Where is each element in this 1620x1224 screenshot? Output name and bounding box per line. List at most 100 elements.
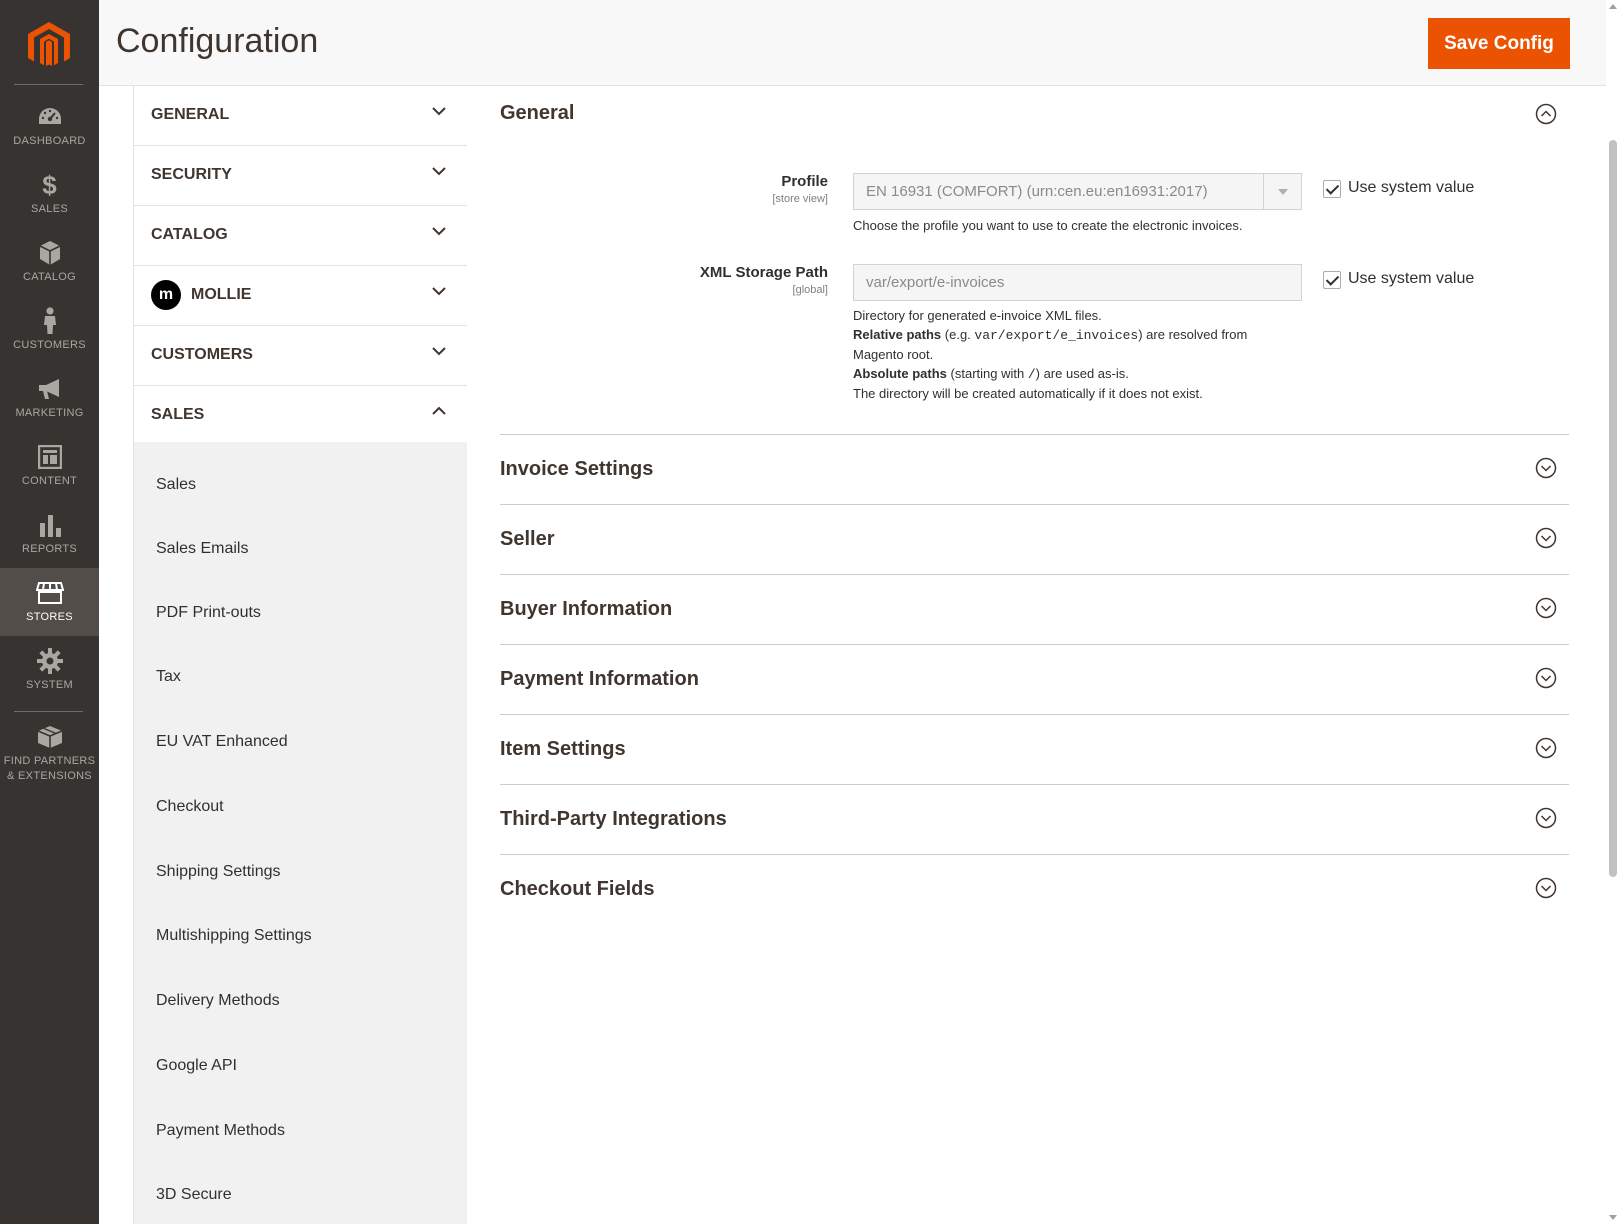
- xml-note-rel-bold: Relative paths: [853, 327, 942, 342]
- sales-link-eu-vat-enhanced[interactable]: EU VAT Enhanced: [156, 733, 288, 751]
- nav-item-content[interactable]: CONTENT: [0, 432, 99, 500]
- dashboard-icon: [0, 104, 99, 130]
- expand-down-icon: [1535, 597, 1557, 619]
- expand-down-icon: [1535, 807, 1557, 829]
- sales-link-sales[interactable]: Sales: [156, 476, 196, 494]
- xml-note-abs-bold: Absolute paths: [853, 366, 947, 381]
- partners-line1: FIND PARTNERS: [3, 755, 96, 767]
- nav-item-find-partners[interactable]: FIND PARTNERS & EXTENSIONS: [0, 712, 99, 786]
- xml-note-abs-post: ) are used as-is.: [1035, 366, 1129, 381]
- tab-label: SALES: [151, 406, 205, 423]
- store-icon: [0, 580, 99, 606]
- expand-down-icon: [1535, 877, 1557, 899]
- chevron-up-icon: [432, 406, 446, 415]
- nav-label: CATALOG: [22, 271, 77, 283]
- sales-link-shipping-settings[interactable]: Shipping Settings: [156, 863, 281, 881]
- nav-label: REPORTS: [21, 543, 78, 555]
- sales-link-delivery-methods[interactable]: Delivery Methods: [156, 992, 280, 1010]
- use-system-value-label: Use system value: [1348, 270, 1475, 287]
- expand-down-icon: [1535, 667, 1557, 689]
- scroll-down-arrow-icon[interactable]: [1609, 1215, 1617, 1220]
- sales-link-tax[interactable]: Tax: [156, 668, 181, 686]
- tab-customers[interactable]: CUSTOMERS: [134, 326, 467, 386]
- mollie-logo: m: [151, 280, 181, 310]
- nav-label: STORES: [26, 611, 73, 623]
- nav-item-dashboard[interactable]: DASHBOARD: [0, 92, 99, 160]
- xml-note-line3: Magento root.: [853, 347, 934, 362]
- nav-item-reports[interactable]: REPORTS: [0, 500, 99, 568]
- admin-nav: DASHBOARD $ SALES CATALOG CUSTOMERS MARK…: [0, 0, 99, 1224]
- chevron-down-icon: [432, 167, 446, 176]
- bar-chart-icon: [0, 512, 99, 538]
- nav-item-stores[interactable]: STORES: [0, 568, 99, 636]
- scrollbar-thumb[interactable]: [1609, 140, 1617, 877]
- tab-security[interactable]: SECURITY: [134, 146, 467, 206]
- section-checkout-fields[interactable]: Checkout Fields: [500, 854, 1569, 924]
- nav-divider: [14, 84, 83, 85]
- xml-path-label-group: XML Storage Path [global]: [628, 264, 828, 304]
- tab-sales[interactable]: SALES: [134, 386, 467, 446]
- nav-item-sales[interactable]: $ SALES: [0, 160, 99, 228]
- profile-scope: [store view]: [772, 193, 828, 205]
- xml-note-abs-code: /: [1027, 367, 1036, 382]
- sales-link-3d-secure[interactable]: 3D Secure: [156, 1186, 232, 1204]
- save-config-button[interactable]: Save Config: [1428, 18, 1570, 69]
- nav-label: SALES: [31, 203, 68, 215]
- section-third-party-integrations[interactable]: Third-Party Integrations: [500, 784, 1569, 854]
- section-item-settings[interactable]: Item Settings: [500, 714, 1569, 784]
- section-seller[interactable]: Seller: [500, 504, 1569, 574]
- tab-catalog[interactable]: CATALOG: [134, 206, 467, 266]
- nav-label: DASHBOARD: [13, 135, 86, 147]
- expand-down-icon: [1535, 737, 1557, 759]
- megaphone-icon: [0, 376, 99, 402]
- xml-note-line4: Absolute paths (starting with /) are use…: [853, 364, 1247, 384]
- sales-link-checkout[interactable]: Checkout: [156, 798, 224, 816]
- scroll-up-arrow-icon[interactable]: [1609, 4, 1617, 9]
- xml-note-line2: Relative paths (e.g. var/export/e_invoic…: [853, 325, 1247, 345]
- xml-path-input-value: var/export/e-invoices: [866, 274, 1005, 291]
- partners-box-icon: [0, 724, 99, 750]
- section-title: Buyer Information: [500, 598, 673, 620]
- magento-logo[interactable]: [0, 0, 99, 86]
- section-title: Third-Party Integrations: [500, 808, 727, 830]
- xml-note-line5: The directory will be created automatica…: [853, 386, 1203, 401]
- tab-label: SECURITY: [151, 166, 232, 183]
- collapse-up-icon[interactable]: [1535, 103, 1557, 125]
- dollar-icon: $: [42, 169, 57, 200]
- nav-label: CONTENT: [21, 475, 78, 487]
- xml-note-rel-code: var/export/e_invoices: [974, 328, 1139, 343]
- section-title-general[interactable]: General: [500, 102, 574, 125]
- dropdown-arrow-icon: [1263, 174, 1301, 209]
- sales-sublist: Sales Sales Emails PDF Print-outs Tax EU…: [134, 442, 467, 1224]
- sales-link-sales-emails[interactable]: Sales Emails: [156, 540, 248, 558]
- xml-path-label: XML Storage Path: [699, 264, 828, 281]
- nav-item-catalog[interactable]: CATALOG: [0, 228, 99, 296]
- checkbox-checked-icon[interactable]: [1323, 180, 1341, 198]
- sales-link-google-api[interactable]: Google API: [156, 1057, 237, 1075]
- section-buyer-information[interactable]: Buyer Information: [500, 574, 1569, 644]
- checkbox-checked-icon[interactable]: [1323, 271, 1341, 289]
- page-scrollbar[interactable]: [1606, 0, 1620, 1224]
- sales-link-payment-methods[interactable]: Payment Methods: [156, 1122, 285, 1140]
- tab-general[interactable]: GENERAL: [134, 86, 467, 146]
- section-invoice-settings[interactable]: Invoice Settings: [500, 434, 1569, 504]
- profile-select[interactable]: EN 16931 (COMFORT) (urn:cen.eu:en16931:2…: [853, 173, 1302, 210]
- xml-path-input[interactable]: var/export/e-invoices: [853, 264, 1302, 301]
- sales-link-multishipping-settings[interactable]: Multishipping Settings: [156, 927, 312, 945]
- nav-item-marketing[interactable]: MARKETING: [0, 364, 99, 432]
- nav-item-system[interactable]: SYSTEM: [0, 636, 99, 704]
- section-title: Invoice Settings: [500, 458, 654, 480]
- tab-mollie[interactable]: m MOLLIE: [134, 266, 467, 326]
- nav-label: MARKETING: [15, 407, 84, 419]
- xml-note-line1: Directory for generated e-invoice XML fi…: [853, 308, 1102, 323]
- profile-select-value: EN 16931 (COMFORT) (urn:cen.eu:en16931:2…: [866, 183, 1208, 200]
- section-payment-information[interactable]: Payment Information: [500, 644, 1569, 714]
- chevron-down-icon: [432, 227, 446, 236]
- sales-link-pdf-printouts[interactable]: PDF Print-outs: [156, 604, 261, 622]
- use-system-value-label: Use system value: [1348, 179, 1475, 196]
- tab-label: MOLLIE: [191, 286, 252, 303]
- tab-label: GENERAL: [151, 106, 230, 123]
- section-title: Payment Information: [500, 668, 699, 690]
- nav-item-customers[interactable]: CUSTOMERS: [0, 296, 99, 364]
- xml-path-scope: [global]: [792, 284, 828, 296]
